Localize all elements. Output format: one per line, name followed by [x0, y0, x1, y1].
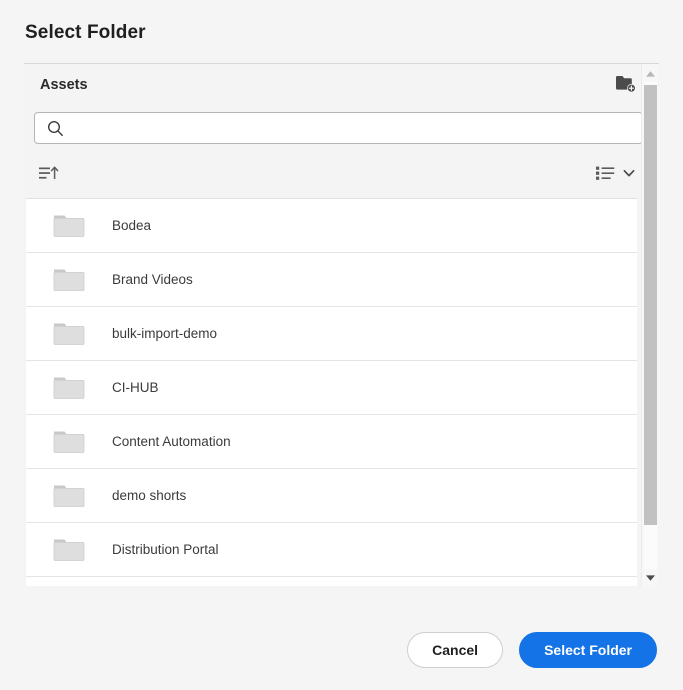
search-icon: [47, 120, 64, 137]
panel-header: Assets: [24, 64, 659, 108]
folder-icon: [50, 373, 88, 403]
folder-name: bulk-import-demo: [112, 326, 218, 341]
dialog-footer: Cancel Select Folder: [407, 632, 657, 668]
search-field-wrapper: [34, 112, 643, 145]
page-title: Select Folder: [25, 22, 146, 43]
folder-list-item[interactable]: bulk-import-demo: [26, 307, 637, 361]
folder-name: Bodea: [112, 218, 152, 233]
sort-ascending-icon: [38, 164, 60, 187]
folder-icon: [50, 319, 88, 349]
folder-list-item[interactable]: Distribution Portal: [26, 523, 637, 577]
scroll-down-arrow-icon: [645, 569, 656, 587]
folder-icon: [50, 265, 88, 295]
folder-icon: [50, 427, 88, 457]
scroll-up-button[interactable]: [642, 65, 658, 82]
cancel-button[interactable]: Cancel: [407, 632, 504, 668]
new-folder-button[interactable]: [613, 74, 639, 98]
sort-order-button[interactable]: [38, 162, 68, 188]
search-field[interactable]: [34, 112, 643, 145]
scrollbar-thumb[interactable]: [644, 85, 657, 525]
folder-list-item[interactable]: Brand Videos: [26, 253, 637, 307]
panel-header-title: Assets: [40, 77, 88, 93]
folder-list-item[interactable]: CI-HUB: [26, 361, 637, 415]
folder-icon: [50, 211, 88, 241]
folder-list-item[interactable]: Content Automation: [26, 415, 637, 469]
folder-list-item[interactable]: Bodea: [26, 199, 637, 253]
folder-list[interactable]: Bodea Brand Videos bulk-import-demo CI-H…: [26, 198, 637, 586]
search-input[interactable]: [73, 113, 634, 145]
folder-picker-panel: Assets Bodea Brand Videos bulk-import-de…: [24, 63, 659, 587]
new-folder-icon: [615, 74, 637, 99]
folder-name: Content Automation: [112, 434, 231, 449]
list-view-icon: [595, 164, 616, 187]
folder-list-item[interactable]: demo shorts: [26, 469, 637, 523]
view-mode-button[interactable]: [595, 162, 637, 188]
folder-name: Brand Videos: [112, 272, 193, 287]
folder-icon: [50, 535, 88, 565]
scroll-up-arrow-icon: [645, 65, 656, 83]
folder-name: Distribution Portal: [112, 542, 219, 557]
folder-name: demo shorts: [112, 488, 187, 503]
chevron-down-icon: [621, 165, 637, 186]
list-toolbar: [24, 154, 659, 198]
vertical-scrollbar[interactable]: [641, 64, 658, 587]
select-folder-button[interactable]: Select Folder: [519, 632, 657, 668]
scroll-down-button[interactable]: [642, 569, 658, 586]
folder-name: CI-HUB: [112, 380, 159, 395]
folder-icon: [50, 481, 88, 511]
